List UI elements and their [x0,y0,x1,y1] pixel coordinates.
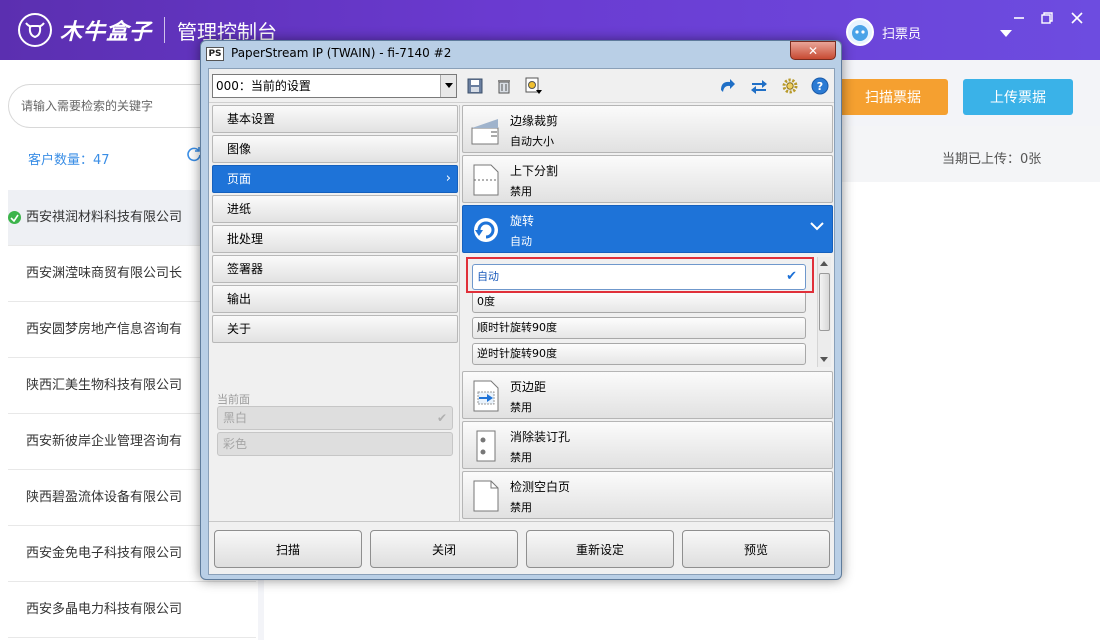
current-option-bw: 黑白 ✔ [217,406,453,430]
rotation-options: 自动 ✔ 0度 顺时针旋转90度 逆时针旋转90度 [462,255,833,367]
nav-item-page[interactable]: 页面 › [212,165,458,193]
divider [459,105,460,521]
option-label: 彩色 [223,437,248,451]
setting-value: 禁用 [510,451,532,464]
dialog-button-bar: 扫描 关闭 重新设定 预览 [209,521,834,574]
uploaded-status: 当期已上传：0张 [942,152,1042,167]
scroll-down-icon[interactable] [820,357,828,362]
nav-item-feed[interactable]: 进纸 [212,195,458,223]
setting-title: 边缘裁剪 [510,114,559,128]
nav-item-label: 页面 [227,172,252,186]
chevron-down-icon[interactable] [810,220,824,234]
setting-title: 旋转 [510,214,535,228]
customer-name: 陕西碧盈流体设备有限公司 [26,490,183,505]
customer-name: 西安新彼岸企业管理咨询有 [26,434,183,449]
ps-app-icon: PS [206,47,224,61]
upload-tickets-button[interactable]: 上传票据 [963,79,1073,115]
setting-blank-page[interactable]: 检测空白页 禁用 [462,471,833,519]
punch-hole-icon [471,430,501,462]
dialog-body: 000：当前的设置 ? 基本设置 图像 页面 › 进纸 批处理 签署器 输出 关… [208,68,835,575]
swap-icon[interactable] [749,76,769,96]
save-icon[interactable] [465,76,485,96]
preset-select[interactable]: 000：当前的设置 [212,74,457,98]
setting-value: 自动大小 [510,135,554,148]
reset-button[interactable]: 重新设定 [526,530,674,568]
delete-icon[interactable] [494,76,514,96]
settings-nav: 基本设置 图像 页面 › 进纸 批处理 签署器 输出 关于 [212,105,458,345]
highlight-frame [466,257,814,293]
check-icon [8,211,21,224]
close-button[interactable] [1066,8,1088,28]
help-icon[interactable]: ? [810,76,830,96]
rotation-option-ccw90[interactable]: 逆时针旋转90度 [472,343,806,365]
setting-value: 自动 [510,235,532,248]
setting-title: 上下分割 [510,164,559,178]
preset-value: 000：当前的设置 [216,79,311,93]
customer-name: 西安圆梦房地产信息咨询有 [26,322,183,337]
scroll-thumb[interactable] [819,273,830,331]
restore-button[interactable] [1036,8,1058,28]
customer-name: 西安祺润材料科技有限公司 [26,210,183,225]
dialog-toolbar: 000：当前的设置 ? [209,69,834,103]
divider [164,17,166,43]
undo-icon[interactable] [718,76,738,96]
chevron-down-icon[interactable] [1000,30,1012,37]
paperstream-dialog: PS PaperStream IP (TWAIN) - fi-7140 #2 ✕… [200,40,842,580]
check-icon: ✔ [436,411,447,425]
avatar [846,18,874,46]
setting-value: 禁用 [510,401,532,414]
chevron-right-icon: › [445,171,451,186]
rotation-option-0[interactable]: 0度 [472,291,806,313]
current-side-label: 当前面 [217,393,250,406]
user-name: 扫票员 [882,26,922,42]
minimize-button[interactable] [1008,8,1030,28]
customer-name: 西安渊滢味商贸有限公司长 [26,266,183,281]
scroll-up-icon[interactable] [820,261,828,266]
gear-icon[interactable] [780,76,800,96]
dialog-title: PaperStream IP (TWAIN) - fi-7140 #2 [231,46,452,60]
setting-punch-hole[interactable]: 消除装订孔 禁用 [462,421,833,469]
nav-item-basic[interactable]: 基本设置 [212,105,458,133]
bull-logo-icon [18,13,52,47]
scrollbar[interactable] [817,257,831,367]
dialog-close-button[interactable]: ✕ [790,41,836,60]
option-label: 黑白 [223,411,248,425]
user-menu[interactable]: 扫票员 [846,18,921,46]
nav-item-about[interactable]: 关于 [212,315,458,343]
nav-item-output[interactable]: 输出 [212,285,458,313]
list-item[interactable]: 西安多晶电力科技有限公司 [8,582,256,638]
preview-button[interactable]: 预览 [682,530,830,568]
page-split-icon [471,164,501,196]
svg-text:?: ? [817,80,823,93]
setting-edge-crop[interactable]: 边缘裁剪 自动大小 [462,105,833,153]
nav-item-imprinter[interactable]: 签署器 [212,255,458,283]
logo-text: 木牛盒子 [60,20,153,45]
close-dialog-button[interactable]: 关闭 [370,530,518,568]
customer-name: 西安金免电子科技有限公司 [26,546,183,561]
dialog-titlebar[interactable]: PS PaperStream IP (TWAIN) - fi-7140 #2 ✕ [201,41,841,67]
nav-item-image[interactable]: 图像 [212,135,458,163]
setting-rotation[interactable]: 旋转 自动 [462,205,833,253]
setting-title: 页边距 [510,380,547,394]
blank-page-icon [471,480,501,512]
scan-button[interactable]: 扫描 [214,530,362,568]
crop-icon [471,114,501,146]
customer-name: 西安多晶电力科技有限公司 [26,602,183,617]
scan-tickets-button[interactable]: 扫描票据 [838,79,948,115]
rotation-option-cw90[interactable]: 顺时针旋转90度 [472,317,806,339]
setting-margin[interactable]: 页边距 禁用 [462,371,833,419]
setting-split[interactable]: 上下分割 禁用 [462,155,833,203]
profile-settings-icon[interactable] [524,76,544,96]
customer-name: 陕西汇美生物科技有限公司 [26,378,183,393]
current-option-color: 彩色 [217,432,453,456]
setting-title: 消除装订孔 [510,430,571,444]
margin-icon [471,380,501,412]
setting-value: 禁用 [510,185,532,198]
dropdown-arrow-icon[interactable] [440,75,456,97]
nav-item-batch[interactable]: 批处理 [212,225,458,253]
setting-title: 检测空白页 [510,480,571,494]
setting-value: 禁用 [510,501,532,514]
customer-count: 客户数量：47 [28,153,110,168]
rotate-icon [471,214,501,246]
